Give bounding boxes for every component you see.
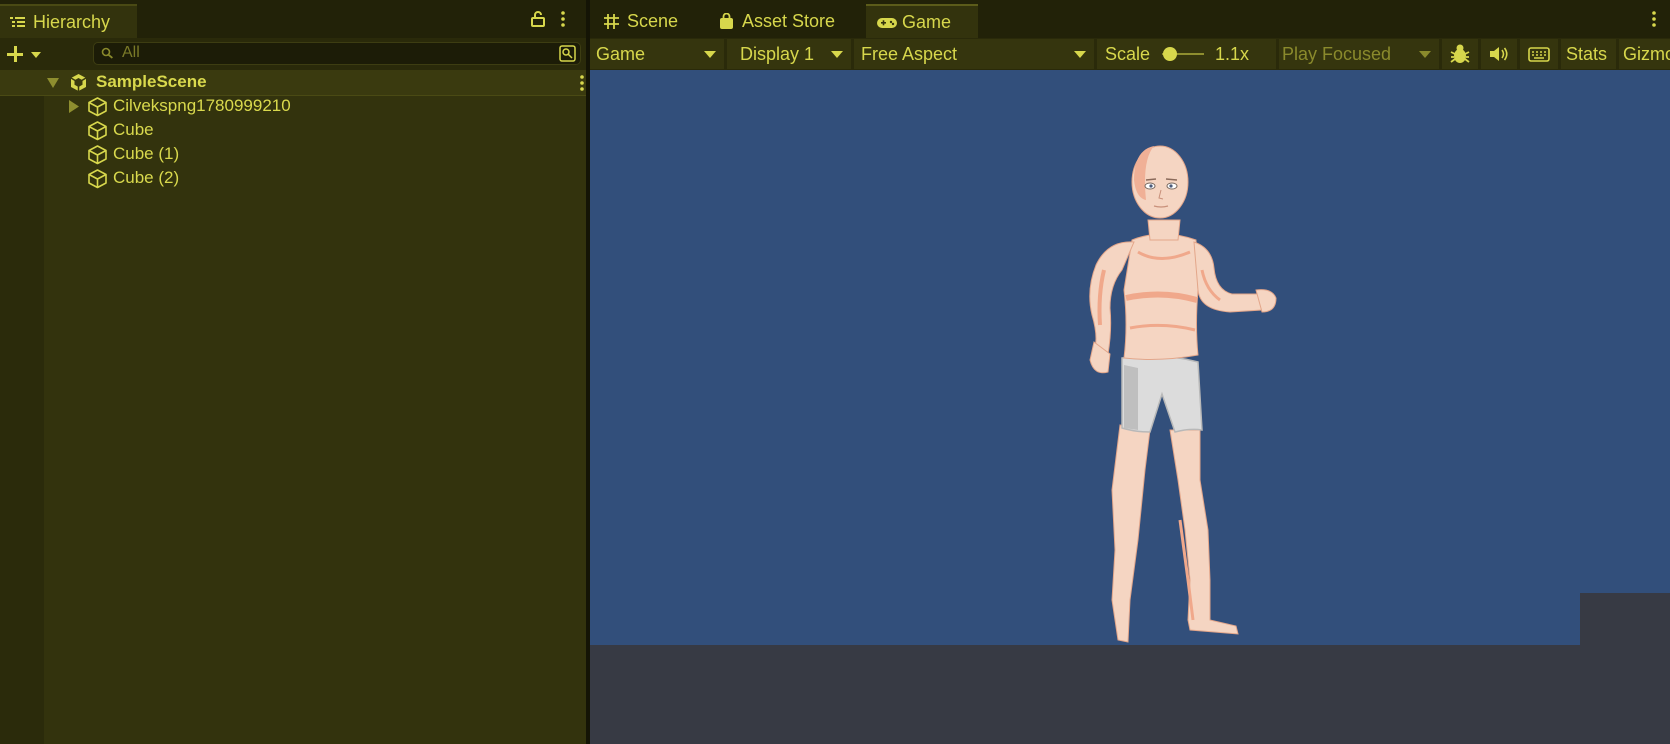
gamepad-icon [877, 17, 897, 28]
hierarchy-gutter [0, 95, 44, 744]
tab-hierarchy[interactable]: Hierarchy [0, 4, 137, 38]
hierarchy-item-label: Cilvekspng1780999210 [113, 96, 291, 115]
chevron-down-icon [1419, 51, 1431, 58]
view-mode-dropdown[interactable]: Game [590, 39, 724, 69]
chevron-down-icon [831, 51, 843, 58]
hierarchy-item[interactable]: Cube (2) [44, 167, 584, 191]
lock-icon[interactable] [531, 11, 545, 27]
expand-arrow-icon[interactable] [47, 78, 59, 88]
display-dropdown[interactable]: Display 1 [727, 39, 851, 69]
shortcuts-toggle[interactable] [1520, 39, 1558, 69]
view-mode-value: Game [596, 43, 646, 64]
aspect-value: Free Aspect [861, 43, 958, 64]
play-mode-dropdown[interactable]: Play Focused [1279, 39, 1439, 69]
hierarchy-tabbar: Hierarchy [0, 0, 586, 39]
cube-icon [88, 97, 107, 117]
cube-icon [88, 169, 107, 189]
search-icon [101, 47, 113, 59]
hierarchy-search-input[interactable]: All [93, 42, 581, 65]
stats-button[interactable]: Stats [1561, 39, 1616, 69]
bug-icon [1450, 44, 1470, 63]
hierarchy-item-label: Cube [113, 120, 154, 139]
step-platform [1580, 593, 1670, 744]
scene-name: SampleScene [96, 72, 207, 91]
unity-scene-icon [70, 74, 87, 91]
scale-control: Scale 1.1x [1097, 39, 1276, 69]
more-vertical-icon[interactable] [1651, 11, 1657, 27]
play-mode-value: Play Focused [1282, 43, 1392, 64]
mute-audio-toggle[interactable] [1481, 39, 1517, 69]
cube-icon [88, 145, 107, 165]
hierarchy-item-label: Cube (2) [113, 168, 180, 187]
debug-toggle[interactable] [1442, 39, 1478, 69]
tab-game[interactable]: Game [866, 4, 978, 38]
chevron-down-icon [704, 51, 716, 58]
scale-value: 1.1x [1215, 43, 1250, 64]
plus-icon [7, 46, 23, 62]
cube-icon [88, 121, 107, 141]
speaker-icon [1490, 47, 1508, 61]
expand-arrow-icon[interactable] [69, 100, 79, 113]
tab-asset-store[interactable]: Asset Store [709, 4, 859, 38]
gizmos-label: Gizmos [1623, 43, 1670, 64]
chevron-down-icon [1074, 51, 1086, 58]
hierarchy-item-label: Cube (1) [113, 144, 180, 163]
scale-slider-knob[interactable] [1163, 47, 1178, 61]
grid-icon [604, 13, 619, 29]
stats-label: Stats [1566, 43, 1608, 64]
tab-asset-store-label: Asset Store [742, 10, 836, 31]
tab-scene-label: Scene [627, 10, 679, 31]
character-sprite [1089, 145, 1277, 643]
scene-row[interactable]: SampleScene [0, 70, 586, 96]
create-button[interactable] [4, 40, 44, 68]
hierarchy-item[interactable]: Cube [44, 119, 584, 143]
hierarchy-item[interactable]: Cilvekspng1780999210 [44, 95, 584, 119]
scale-label: Scale [1105, 43, 1151, 64]
gizmos-button[interactable]: Gizmos [1619, 39, 1670, 69]
scale-slider[interactable] [1162, 47, 1204, 61]
list-icon [10, 17, 25, 27]
more-vertical-icon[interactable] [560, 11, 566, 27]
ground-platform [590, 645, 1580, 744]
shopping-bag-icon [720, 12, 733, 29]
search-placeholder: All [122, 44, 140, 61]
scene-menu-icon[interactable] [579, 75, 585, 91]
tab-hierarchy-label: Hierarchy [33, 11, 111, 32]
aspect-dropdown[interactable]: Free Aspect [854, 39, 1094, 69]
scene-search-toggle-icon[interactable] [559, 45, 576, 62]
chevron-down-icon [31, 52, 41, 58]
hierarchy-item[interactable]: Cube (1) [44, 143, 584, 167]
keyboard-icon [1528, 46, 1550, 62]
tab-game-label: Game [902, 11, 952, 32]
tab-scene[interactable]: Scene [594, 4, 704, 38]
display-value: Display 1 [740, 43, 815, 64]
